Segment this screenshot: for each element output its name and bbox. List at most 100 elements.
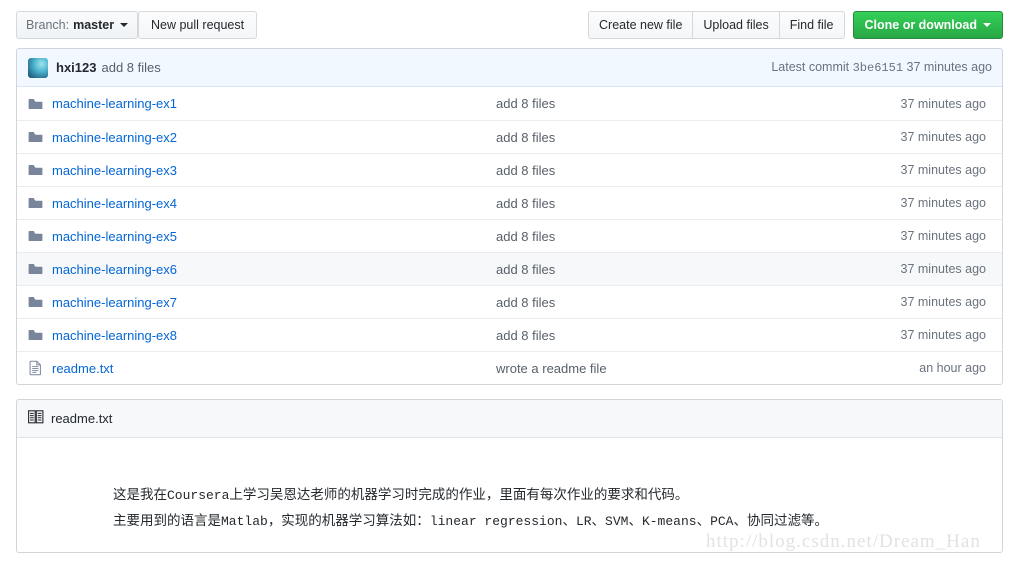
- commit-message-cell[interactable]: wrote a readme file: [496, 361, 919, 376]
- clone-or-download-label: Clone or download: [864, 18, 978, 32]
- file-name-link[interactable]: machine-learning-ex4: [52, 196, 177, 211]
- commit-message-cell[interactable]: add 8 files: [496, 130, 901, 145]
- commit-age-cell: 37 minutes ago: [900, 295, 986, 309]
- table-row[interactable]: machine-learning-ex1 add 8 files 37 minute…: [17, 87, 1002, 120]
- table-row[interactable]: machine-learning-ex4 add 8 files 37 minute…: [17, 186, 1002, 219]
- file-name-link[interactable]: machine-learning-ex3: [52, 163, 177, 178]
- file-name-cell: machine-learning-ex2: [52, 130, 496, 145]
- folder-icon: [28, 261, 52, 277]
- file-name-link[interactable]: readme.txt: [52, 361, 113, 376]
- repo-actions-group: Create new file Upload files Find file C…: [588, 11, 1003, 39]
- commit-message-cell[interactable]: add 8 files: [496, 96, 901, 111]
- folder-icon: [28, 294, 52, 310]
- table-row[interactable]: machine-learning-ex7 add 8 files 37 minute…: [17, 285, 1002, 318]
- commit-message-cell[interactable]: add 8 files: [496, 229, 901, 244]
- chevron-down-icon: [983, 23, 991, 27]
- commit-message-cell[interactable]: add 8 files: [496, 163, 901, 178]
- table-row[interactable]: machine-learning-ex6 add 8 files 37 minute…: [17, 252, 1002, 285]
- commit-author[interactable]: hxi123: [56, 60, 96, 75]
- readme-line2-mono-matlab: Matlab: [221, 514, 268, 529]
- readme-header: readme.txt: [17, 400, 1002, 438]
- table-row[interactable]: machine-learning-ex2 add 8 files 37 minute…: [17, 120, 1002, 153]
- table-row[interactable]: readme.txt wrote a readme file an hour ago: [17, 351, 1002, 384]
- commit-message[interactable]: add 8 files: [101, 60, 160, 75]
- file-name-link[interactable]: machine-learning-ex5: [52, 229, 177, 244]
- readme-line1-text-a: 这是我在: [113, 487, 167, 502]
- latest-commit-label: Latest commit: [771, 60, 850, 74]
- readme-title: readme.txt: [51, 411, 113, 426]
- readme-line2-mono-linear-regression: linear regression: [429, 514, 563, 529]
- readme-container: readme.txt 这是我在Coursera上学习吴恩达老师的机器学习时完成的…: [16, 399, 1003, 553]
- table-row[interactable]: machine-learning-ex3 add 8 files 37 minute…: [17, 153, 1002, 186]
- file-name-cell: machine-learning-ex6: [52, 262, 496, 277]
- branch-name: master: [73, 18, 115, 32]
- file-icon: [28, 360, 52, 376]
- avatar: [28, 57, 48, 78]
- file-name-link[interactable]: machine-learning-ex8: [52, 328, 177, 343]
- file-name-link[interactable]: machine-learning-ex2: [52, 130, 177, 145]
- file-name-cell: machine-learning-ex3: [52, 163, 496, 178]
- readme-line-2: 主要用到的语言是Matlab，实现的机器学习算法如：linear regress…: [113, 508, 1002, 534]
- file-name-link[interactable]: machine-learning-ex6: [52, 262, 177, 277]
- folder-icon: [28, 129, 52, 145]
- clone-or-download-button[interactable]: Clone or download: [852, 11, 1003, 39]
- find-file-button[interactable]: Find file: [778, 11, 845, 39]
- commit-age-cell: 37 minutes ago: [900, 130, 986, 144]
- commit-age-cell: 37 minutes ago: [900, 196, 986, 210]
- readme-line2-text-g: 、协同过滤等。: [733, 513, 828, 528]
- readme-line2-sep-4: 、: [696, 513, 711, 528]
- commit-age-cell: 37 minutes ago: [900, 229, 986, 243]
- readme-line2-mono-pca: PCA: [710, 514, 734, 529]
- readme-line2-sep-2: 、: [591, 513, 606, 528]
- readme-line1-text-b: 上学习吴恩达老师的机器学习时完成的作业，里面有每次作业的要求和代码。: [229, 487, 689, 502]
- readme-line2-text-a: 主要用到的语言是: [113, 513, 221, 528]
- commit-message-cell[interactable]: add 8 files: [496, 328, 901, 343]
- commit-age-cell: an hour ago: [919, 361, 986, 375]
- folder-icon: [28, 162, 52, 178]
- commit-message-cell[interactable]: add 8 files: [496, 262, 901, 277]
- file-listing-container: hxi123 add 8 files Latest commit 3be6151…: [16, 48, 1003, 385]
- latest-commit-header: hxi123 add 8 files Latest commit 3be6151…: [17, 49, 1002, 87]
- file-name-cell: machine-learning-ex1: [52, 96, 496, 111]
- readme-line2-text-b: ，实现的机器学习算法如：: [267, 513, 430, 528]
- commit-message-cell[interactable]: add 8 files: [496, 295, 901, 310]
- commit-age-cell: 37 minutes ago: [900, 328, 986, 342]
- commit-message-cell[interactable]: add 8 files: [496, 196, 901, 211]
- readme-line-1: 这是我在Coursera上学习吴恩达老师的机器学习时完成的作业，里面有每次作业的…: [113, 482, 1002, 508]
- readme-line2-mono-kmeans: K-means: [641, 514, 697, 529]
- commit-age: 37 minutes ago: [906, 60, 992, 74]
- file-name-link[interactable]: machine-learning-ex1: [52, 96, 177, 111]
- create-new-file-button[interactable]: Create new file: [588, 11, 693, 39]
- file-name-cell: machine-learning-ex7: [52, 295, 496, 310]
- file-name-cell: readme.txt: [52, 361, 496, 376]
- commit-age-cell: 37 minutes ago: [900, 96, 986, 111]
- commit-age-cell: 37 minutes ago: [900, 163, 986, 177]
- file-name-cell: machine-learning-ex8: [52, 328, 496, 343]
- table-row[interactable]: machine-learning-ex8 add 8 files 37 minute…: [17, 318, 1002, 351]
- commit-age-cell: 37 minutes ago: [900, 262, 986, 276]
- branch-selector-button[interactable]: Branch: master: [16, 11, 139, 39]
- file-name-cell: machine-learning-ex5: [52, 229, 496, 244]
- commit-sha[interactable]: 3be6151: [853, 61, 903, 75]
- file-name-cell: machine-learning-ex4: [52, 196, 496, 211]
- file-actions-button-group: Create new file Upload files Find file: [588, 11, 845, 39]
- readme-line2-mono-svm: SVM: [605, 514, 629, 529]
- folder-icon: [28, 96, 52, 112]
- file-rows: machine-learning-ex1 add 8 files 37 minute…: [17, 87, 1002, 384]
- folder-icon: [28, 195, 52, 211]
- branch-label: Branch:: [26, 18, 70, 32]
- readme-line2-mono-lr: LR: [575, 514, 592, 529]
- upload-files-button[interactable]: Upload files: [692, 11, 779, 39]
- new-pull-request-button[interactable]: New pull request: [138, 11, 258, 39]
- book-icon: [28, 409, 44, 428]
- readme-line2-sep-1: 、: [562, 513, 576, 528]
- folder-icon: [28, 327, 52, 343]
- table-row[interactable]: machine-learning-ex5 add 8 files 37 minute…: [17, 219, 1002, 252]
- readme-body: 这是我在Coursera上学习吴恩达老师的机器学习时完成的作业，里面有每次作业的…: [17, 438, 1002, 552]
- readme-line2-sep-3: 、: [628, 513, 642, 528]
- file-name-link[interactable]: machine-learning-ex7: [52, 295, 177, 310]
- readme-line1-mono-coursera: Coursera: [167, 488, 230, 503]
- folder-icon: [28, 228, 52, 244]
- repo-toolbar: Branch: master New pull request Create n…: [0, 0, 1019, 47]
- chevron-down-icon: [120, 23, 129, 27]
